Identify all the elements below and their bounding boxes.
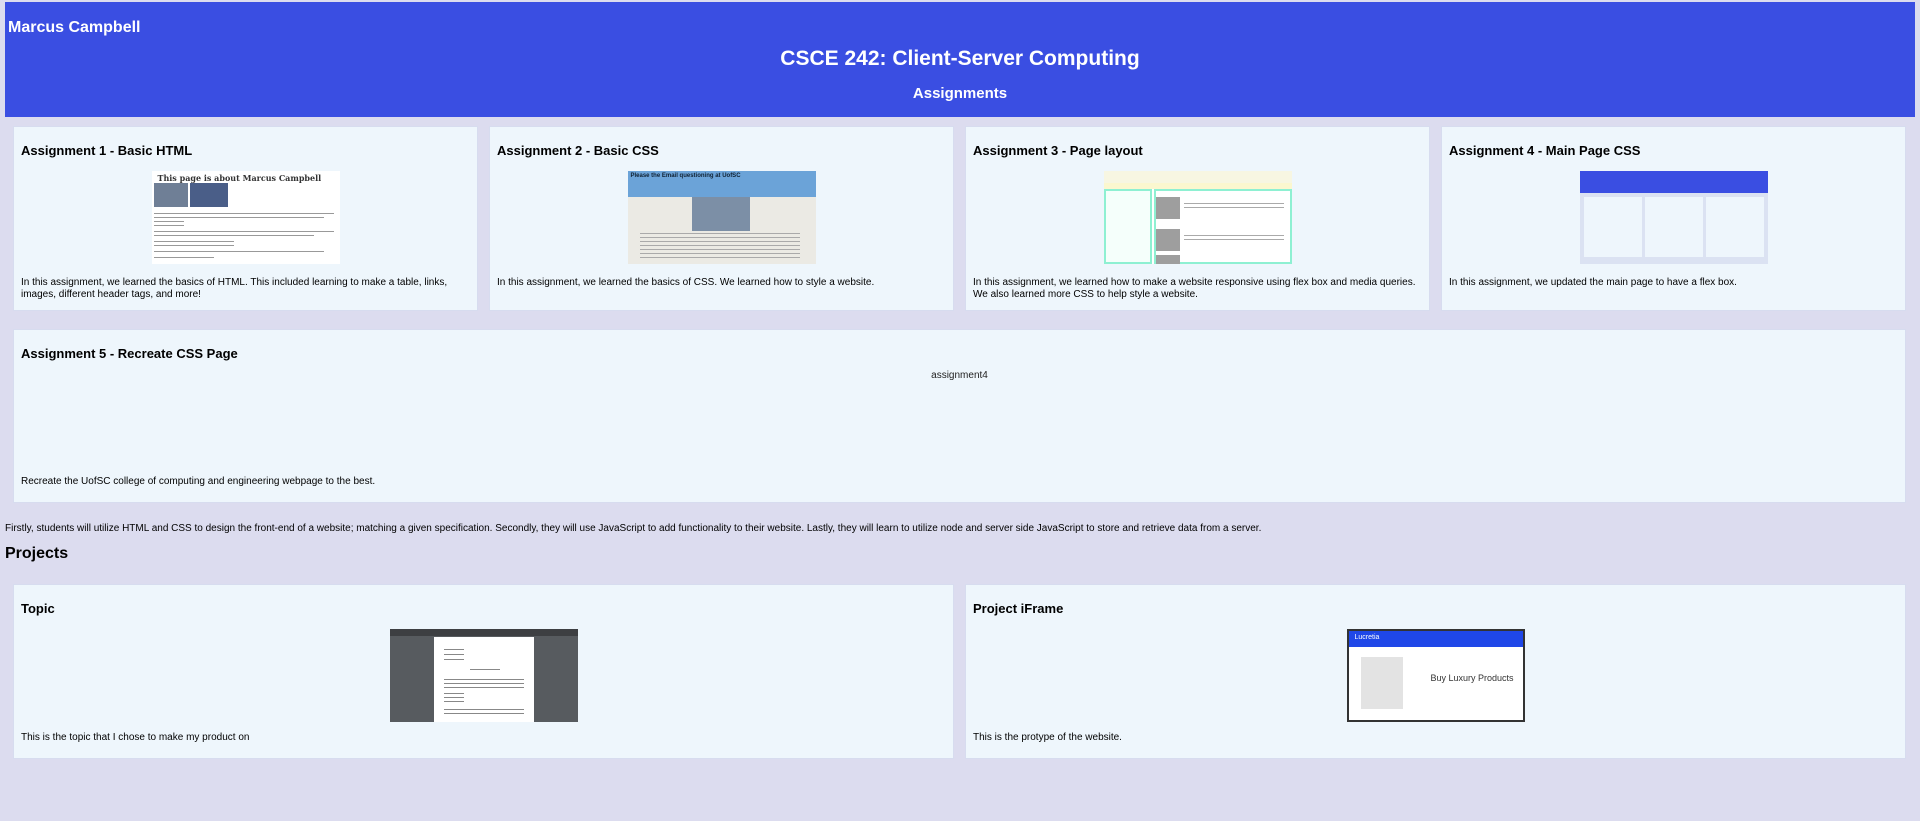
assignment-card-4: Assignment 4 - Main Page CSS In this ass… [1441, 126, 1906, 311]
assignment-description: Recreate the UofSC college of computing … [21, 476, 376, 487]
project-title: Project iFrame [973, 601, 1064, 616]
photo-image [189, 183, 228, 207]
photo-image [153, 183, 188, 207]
project-card-topic: Topic This is the topic that I chose to … [13, 584, 954, 759]
assignment-title: Assignment 2 - Basic CSS [497, 143, 659, 158]
site-header: Marcus Campbell CSCE 242: Client-Server … [5, 2, 1915, 117]
assignment-card-1: Assignment 1 - Basic HTML This page is a… [13, 126, 478, 311]
assignment-title: Assignment 3 - Page layout [973, 143, 1143, 158]
iframe-form [1360, 657, 1403, 709]
assignment-2-thumbnail[interactable]: Please the Email questioning at UofSC [627, 171, 816, 264]
assignment-1-thumbnail[interactable]: This page is about Marcus Campbell [151, 171, 340, 264]
course-description: Firstly, students will utilize HTML and … [5, 523, 1262, 534]
assignment-card-5: Assignment 5 - Recreate CSS Page assignm… [13, 329, 1906, 503]
assignment-title: Assignment 4 - Main Page CSS [1449, 143, 1641, 158]
assignment-card-3: Assignment 3 - Page layout In this assig… [965, 126, 1430, 311]
assignment-title: Assignment 5 - Recreate CSS Page [21, 346, 238, 361]
assignment-card-2: Assignment 2 - Basic CSS Please the Emai… [489, 126, 954, 311]
project-title: Topic [21, 601, 55, 616]
broken-image-alt[interactable]: assignment4 [931, 370, 988, 381]
topic-thumbnail[interactable] [389, 629, 578, 722]
project-description: This is the topic that I chose to make m… [21, 732, 250, 743]
assignment-description: In this assignment, we learned the basic… [497, 277, 875, 288]
assignment-description: In this assignment, we learned the basic… [21, 277, 448, 300]
iframe-brand: Lucretia [1354, 634, 1380, 641]
project-iframe[interactable]: Lucretia Buy Luxury Products [1346, 629, 1525, 722]
iframe-heading: Buy Luxury Products [1430, 673, 1514, 683]
section-title: Assignments [912, 85, 1008, 102]
assignment-4-thumbnail[interactable] [1579, 171, 1768, 264]
assignment-3-thumbnail[interactable] [1103, 171, 1292, 264]
course-title: CSCE 242: Client-Server Computing [780, 47, 1140, 70]
thumbnail-title: This page is about Marcus Campbell [157, 173, 322, 183]
author-name: Marcus Campbell [8, 19, 141, 36]
assignment-title: Assignment 1 - Basic HTML [21, 143, 193, 158]
projects-heading: Projects [5, 545, 69, 562]
thumbnail-title: Please the Email questioning at UofSC [630, 173, 741, 179]
assignment-description: In this assignment, we learned how to ma… [973, 277, 1416, 300]
project-description: This is the protype of the website. [973, 732, 1122, 743]
campus-image [691, 197, 750, 231]
assignment-description: In this assignment, we updated the main … [1449, 277, 1737, 288]
project-card-iframe: Project iFrame Lucretia Buy Luxury Produ… [965, 584, 1906, 759]
